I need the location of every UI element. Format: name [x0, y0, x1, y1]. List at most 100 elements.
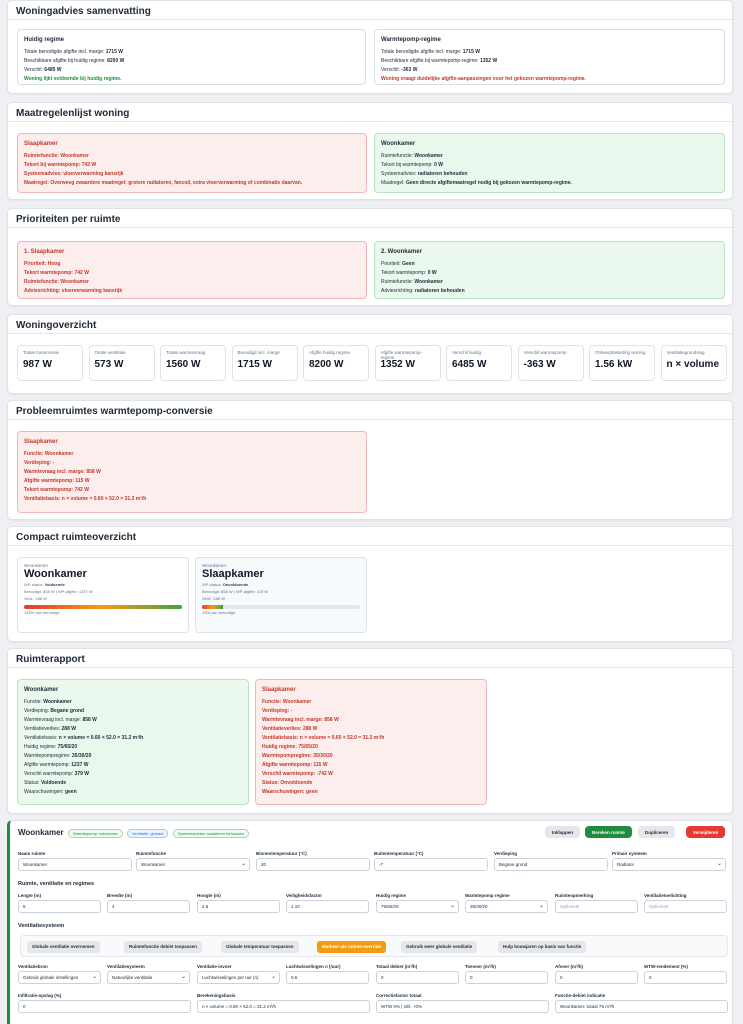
box-title: Slaapkamer	[24, 439, 58, 445]
stat-label: Verschil warmtepomp	[523, 350, 567, 355]
delete-button[interactable]: Verwijderen	[686, 826, 726, 838]
detail-value: Woonkamer	[414, 153, 443, 159]
detail-label: Ruimtefunctie:	[24, 153, 59, 159]
form-field: Toevoer (m³/h) 0	[465, 964, 548, 984]
field-label: Ruimtefunctie	[136, 851, 167, 856]
field-label: Luchtwisselingen n (/uur)	[286, 964, 341, 969]
select-field[interactable]: Natuurlijke ventilatie ⌄	[107, 971, 190, 984]
detail-label: Systeemadvies:	[381, 171, 417, 177]
input-field[interactable]: n × volume = 0.60 × 52.0 = 31.2 m³/h	[197, 1000, 370, 1013]
input-field[interactable]: 0.6	[286, 971, 369, 984]
form-field: Veiligheidsfactor 1.10	[286, 893, 369, 913]
field-value: Optioneel	[649, 904, 669, 909]
box-title: 2. Woonkamer	[381, 249, 422, 255]
field-value: Woonkamer: totaal 75 m³/h	[560, 1004, 615, 1009]
detail-value: n × volume = 0.60 × 52.0 = 31.2 m³/h	[58, 735, 144, 741]
field-value: Luchtwisselingen per uur (n)	[202, 975, 259, 980]
input-field[interactable]: 4	[107, 900, 190, 913]
detail-row: Ruimtefunctie: Woonkamer	[24, 152, 360, 161]
field-label: WTW-rendement (%)	[644, 964, 688, 969]
field-value: 0	[649, 975, 652, 980]
detail-row: Adviesrichting: radiatoren behouden	[381, 287, 718, 296]
compact-title: Compact ruimteoverzicht	[16, 532, 137, 543]
measures-title: Maatregelenlijst woning	[16, 108, 130, 119]
field-label: Primair systeem	[612, 851, 647, 856]
toolbar-button[interactable]: Gebruik weer globale ventilatie	[401, 941, 478, 953]
detail-label: Status:	[24, 780, 40, 786]
input-field[interactable]: 0	[555, 971, 638, 984]
input-field[interactable]: 1.10	[286, 900, 369, 913]
select-field[interactable]: 35/30/20 ⌄	[465, 900, 548, 913]
input-field[interactable]: Woonkamer	[18, 858, 132, 871]
detail-value: 0 W	[434, 162, 443, 168]
detail-row: Maatregel: Geen directe afgiftemaatregel…	[381, 179, 718, 188]
input-field[interactable]: 0	[376, 971, 459, 984]
detail-label: Verschil:	[381, 67, 400, 73]
toolbar-button[interactable]: Globale temperatuur toepassen	[221, 941, 299, 953]
detail-label: Functie:	[262, 699, 282, 705]
input-field[interactable]: 2.6	[197, 900, 280, 913]
toolbar-button[interactable]: Globale ventilatie overnemen	[27, 941, 100, 953]
detail-label: Ruimtefunctie:	[24, 279, 59, 285]
detail-value: Woonkamer	[43, 699, 72, 705]
detail-label: Prioriteit:	[381, 261, 401, 267]
toolbar-button[interactable]: Markeer als ruimte-override	[317, 941, 387, 953]
select-field[interactable]: Gebruik globale instellingen ⌄	[18, 971, 101, 984]
detail-row: Warmtepompregime: 35/30/20	[24, 752, 242, 761]
room-card[interactable]: Woonkamer Woonkamer WP-status: Voldoende Be…	[17, 557, 189, 633]
input-field[interactable]: WTW 0% | infil. +0%	[376, 1000, 549, 1013]
toolbar-button[interactable]: Hulp bouwjaren op basis van functie	[498, 941, 587, 953]
detail-label: Warmtevraag incl. marge:	[24, 469, 85, 475]
detail-row: Afgifte warmtepomp: 1237 W	[24, 761, 242, 770]
input-field[interactable]: 0	[644, 971, 727, 984]
field-label: Verdieping	[494, 851, 518, 856]
field-value: Begane grond	[499, 862, 528, 867]
duplicate-button[interactable]: Dupliceren	[638, 826, 676, 838]
detail-label: Beschikbare afgifte bij huidig regime:	[24, 58, 106, 64]
select-field[interactable]: Radiator ⌄	[612, 858, 726, 871]
form-field: Ventilatietoelichting Optioneel	[644, 893, 727, 913]
calculate-room-button[interactable]: Bereken ruimte	[585, 826, 632, 838]
form-field: Naam ruimte Woonkamer	[18, 851, 132, 871]
field-value: 5	[23, 904, 26, 909]
report-item-woonkamer: Woonkamer Functie: Woonkamer Verdieping: B…	[17, 679, 249, 805]
toolbar-button[interactable]: Ruimtefunctie debiet toepassen	[124, 941, 203, 953]
input-field[interactable]: 20	[256, 858, 370, 871]
field-value: 0	[381, 975, 384, 980]
select-field[interactable]: Luchtwisselingen per uur (n) ⌄	[197, 971, 280, 984]
stat-card: Benodigd incl. marge 1715 W	[231, 345, 298, 381]
input-field[interactable]: 0	[465, 971, 548, 984]
input-field[interactable]: Optioneel	[644, 900, 727, 913]
select-field[interactable]: 75/65/20 ⌄	[376, 900, 459, 913]
detail-row: Ruimtefunctie: Woonkamer	[381, 278, 718, 287]
input-field[interactable]: Begane grond	[494, 858, 608, 871]
input-field[interactable]: Optioneel	[555, 900, 638, 913]
detail-value: 742 W	[74, 270, 89, 276]
detail-label: Warmtepompregime:	[262, 753, 312, 759]
stat-card: Verschil huidig 6485 W	[446, 345, 512, 381]
field-label: Breedte (m)	[107, 893, 133, 898]
stat-value: 1.56 kW	[595, 359, 633, 370]
detail-value: Woonkamer	[282, 699, 312, 705]
detail-label: Verdieping:	[24, 708, 50, 714]
input-field[interactable]: -7	[374, 858, 488, 871]
form-field: Luchtwisselingen n (/uur) 0.6	[286, 964, 369, 984]
detail-label: Maatregel:	[381, 180, 405, 186]
form-field: Correctiefactor totaal WTW 0% | infil. +0…	[376, 993, 549, 1013]
select-field[interactable]: Woonkamer ⌄	[136, 858, 250, 871]
form-field: Warmtepomp regime 35/30/20 ⌄	[465, 893, 548, 913]
input-field[interactable]: 5	[18, 900, 101, 913]
box-title: 1. Slaapkamer	[24, 249, 65, 255]
input-field[interactable]: 0	[18, 1000, 191, 1013]
room-editor-header: Woonkamer Warmtepomp: voldoende Ventilat…	[18, 828, 249, 839]
detail-label: Beschikbare afgifte bij warmtepomp-regim…	[381, 58, 479, 64]
detail-row: Warmtevraag incl. marge: 858 W	[24, 716, 242, 725]
stat-value: 6485 W	[452, 359, 487, 370]
stat-value: 987 W	[23, 359, 52, 370]
collapse-button[interactable]: Inklappen	[545, 826, 581, 838]
form-field: Afvoer (m³/h) 0	[555, 964, 638, 984]
detail-row: Verdieping: -	[24, 459, 360, 468]
current-regime-note: Woning lijkt voldoende bij huidig regime…	[24, 76, 122, 82]
room-card[interactable]: Woonkamer Slaapkamer WP-status: Onvoldoend…	[195, 557, 367, 633]
input-field[interactable]: Woonkamer: totaal 75 m³/h	[555, 1000, 728, 1013]
